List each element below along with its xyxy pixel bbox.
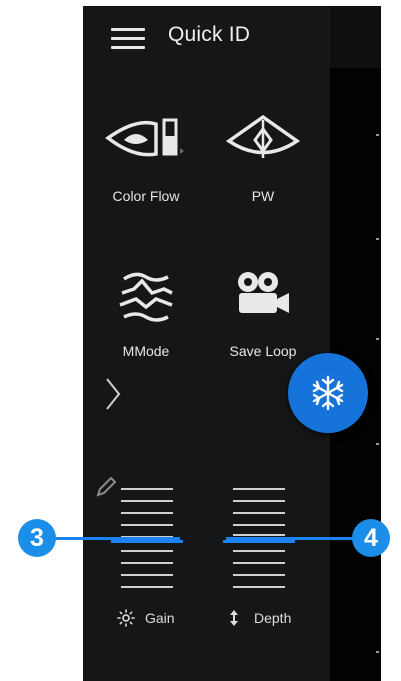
color-flow-button[interactable]: Color Flow: [91, 114, 201, 224]
depth-slider-indicator: [223, 540, 295, 543]
callout-3-badge: 3: [18, 519, 56, 557]
callout-4-badge: 4: [352, 519, 390, 557]
mmode-label: MMode: [122, 343, 170, 359]
depth-label: Depth: [254, 610, 292, 626]
pw-button[interactable]: PW: [208, 114, 318, 224]
snowflake-icon: [312, 375, 344, 411]
pw-label: PW: [251, 188, 275, 204]
color-flow-icon: [105, 118, 184, 157]
scale-tick: [376, 443, 379, 445]
hamburger-menu-icon[interactable]: [111, 28, 145, 50]
scale-tick: [376, 651, 379, 653]
gain-slider-indicator: [111, 540, 183, 543]
save-loop-camera-icon: [238, 272, 289, 313]
callout-4-line: [226, 537, 356, 540]
up-down-arrow-icon: [230, 610, 238, 626]
expand-chevron-icon[interactable]: [103, 376, 123, 412]
mmode-button[interactable]: MMode: [91, 269, 201, 379]
brightness-icon: [117, 609, 135, 627]
save-loop-label: Save Loop: [229, 343, 297, 359]
top-bar: Quick ID: [83, 6, 381, 68]
pw-doppler-icon: [225, 114, 301, 158]
page-title: Quick ID: [168, 23, 251, 46]
freeze-button[interactable]: [288, 353, 368, 433]
mmode-icon: [119, 272, 173, 322]
scale-tick: [376, 238, 379, 240]
callout-3-line: [50, 537, 180, 540]
gain-label: Gain: [145, 610, 175, 626]
color-flow-label: Color Flow: [112, 188, 180, 204]
device-screen: Quick ID Color Flow PW MMode Save Loop G…: [83, 6, 381, 681]
scale-tick: [376, 338, 379, 340]
scale-tick: [376, 134, 379, 136]
